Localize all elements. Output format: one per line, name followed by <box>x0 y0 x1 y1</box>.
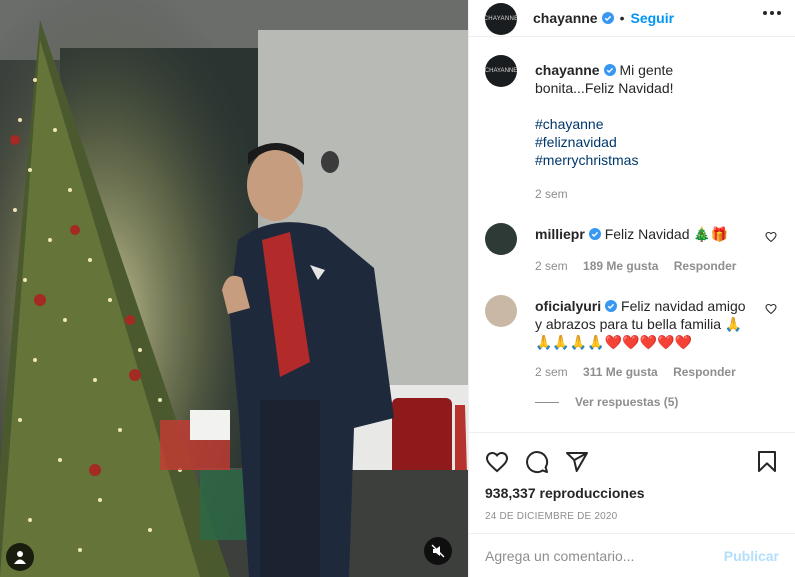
caption-username[interactable]: chayanne <box>535 62 600 78</box>
heart-icon[interactable] <box>485 450 509 474</box>
caption: CHAYANNE chayanne Mi gente bonita...Feli… <box>485 55 779 203</box>
bookmark-icon[interactable] <box>755 450 779 474</box>
comment-meta: 2 sem 189 Me gusta Responder <box>535 257 755 275</box>
author-username[interactable]: chayanne <box>533 10 598 26</box>
comment-like-heart-icon[interactable] <box>765 303 777 315</box>
post-header: CHAYANNE chayanne • Seguir <box>469 0 795 37</box>
reply-button[interactable]: Responder <box>674 259 737 273</box>
comment-likes[interactable]: 311 Me gusta <box>583 365 658 379</box>
comment-time[interactable]: 2 sem <box>535 365 568 379</box>
comment-item: milliepr Feliz Navidad 🎄🎁 2 sem 189 Me g… <box>485 223 779 275</box>
comments-list: CHAYANNE chayanne Mi gente bonita...Feli… <box>485 55 779 409</box>
hashtag-link[interactable]: #merrychristmas <box>535 151 755 169</box>
comment-like-heart-icon[interactable] <box>765 231 777 243</box>
more-options-icon[interactable] <box>763 11 781 15</box>
caption-meta: 2 sem <box>535 185 755 203</box>
comment-input[interactable] <box>485 547 724 564</box>
author-avatar[interactable]: CHAYANNE <box>483 3 519 35</box>
video-frame <box>0 0 468 577</box>
follow-button[interactable]: Seguir <box>631 10 675 26</box>
separator-dot: • <box>619 10 625 26</box>
caption-time[interactable]: 2 sem <box>535 187 568 201</box>
avatar-logo-text: CHAYANNE <box>483 16 519 22</box>
view-replies-label: Ver respuestas (5) <box>575 395 679 409</box>
verified-badge-icon <box>588 228 601 240</box>
mute-toggle-button[interactable] <box>424 537 452 565</box>
comment-time[interactable]: 2 sem <box>535 259 568 273</box>
comment-icon[interactable] <box>525 450 549 474</box>
comment-body: milliepr Feliz Navidad 🎄🎁 2 sem 189 Me g… <box>535 223 755 275</box>
commenter-username[interactable]: milliepr <box>535 226 585 242</box>
publish-button[interactable]: Publicar <box>724 548 779 564</box>
avatar-logo-text: CHAYANNE <box>484 68 518 74</box>
post-date[interactable]: 24 DE DICIEMBRE DE 2020 <box>469 511 795 522</box>
post-actions: 938,337 reproducciones 24 DE DICIEMBRE D… <box>469 432 795 577</box>
comment-meta: 2 sem 311 Me gusta Responder <box>535 363 755 381</box>
caption-body: chayanne Mi gente bonita...Feliz Navidad… <box>535 55 755 203</box>
verified-badge-icon <box>601 12 614 24</box>
post-video[interactable] <box>0 0 468 577</box>
hashtag-link[interactable]: #feliznavidad <box>535 133 755 151</box>
verified-badge-icon <box>605 300 618 312</box>
comment-body: oficialyuri Feliz navidad amigo y abrazo… <box>535 295 755 381</box>
post-panel: CHAYANNE chayanne • Seguir CHAYANNE chay… <box>468 0 795 577</box>
add-comment-bar: Publicar <box>469 533 795 577</box>
view-replies-button[interactable]: Ver respuestas (5) <box>535 395 779 409</box>
comment-likes[interactable]: 189 Me gusta <box>583 259 658 273</box>
comment-text: Feliz Navidad 🎄🎁 <box>604 226 729 242</box>
muted-speaker-icon <box>431 544 445 558</box>
commenter-avatar[interactable] <box>485 295 517 327</box>
user-tag-icon <box>14 551 26 564</box>
view-count[interactable]: 938,337 reproducciones <box>469 485 795 501</box>
commenter-avatar[interactable] <box>485 223 517 255</box>
comment-item: oficialyuri Feliz navidad amigo y abrazo… <box>485 295 779 381</box>
user-tag-button[interactable] <box>6 543 34 571</box>
verified-badge-icon <box>603 64 616 76</box>
replies-divider <box>535 401 559 403</box>
hashtag-link[interactable]: #chayanne <box>535 115 755 133</box>
action-icons <box>469 433 795 481</box>
commenter-username[interactable]: oficialyuri <box>535 298 601 314</box>
hashtag-list: #chayanne #feliznavidad #merrychristmas <box>535 115 755 169</box>
reply-button[interactable]: Responder <box>673 365 736 379</box>
caption-avatar[interactable]: CHAYANNE <box>485 55 517 87</box>
share-icon[interactable] <box>565 450 589 474</box>
